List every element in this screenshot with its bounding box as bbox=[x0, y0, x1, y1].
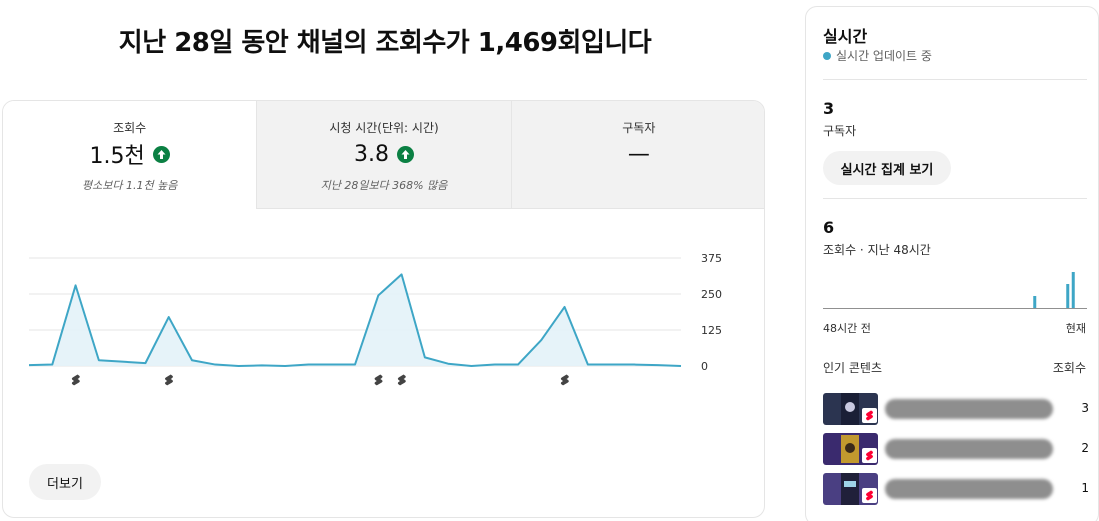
realtime-title: 실시간 bbox=[823, 27, 868, 46]
tab-views-label: 조회수 bbox=[113, 121, 147, 135]
more-button[interactable]: 더보기 bbox=[29, 464, 101, 500]
views-chart: 01252503752025. 5. 6.2025. 5. 11.2025. 5… bbox=[28, 252, 722, 386]
realtime-panel: 실시간 실시간 업데이트 중 3 구독자 실시간 집계 보기 6 조회수 · 지… bbox=[805, 6, 1099, 521]
top-content-views-header: 조회수 bbox=[1052, 361, 1086, 375]
page-headline: 지난 28일 동안 채널의 조회수가 1,469회입니다 bbox=[118, 28, 652, 58]
realtime-views-value: 6 bbox=[823, 218, 835, 237]
y-tick-label: 0 bbox=[701, 360, 708, 373]
shorts-marker-icon bbox=[374, 374, 383, 386]
tab-views-value: 1.5천 bbox=[89, 144, 145, 169]
tab-watch-time-note: 지난 28일보다 368% 많음 bbox=[320, 179, 448, 192]
tab-subscribers[interactable]: 구독자 — bbox=[511, 101, 764, 209]
shorts-icon bbox=[862, 488, 877, 503]
series-line bbox=[28, 273, 682, 367]
realtime-axis-start: 48시간 전 bbox=[823, 322, 871, 335]
shorts-marker-icon bbox=[397, 374, 406, 386]
realtime-subscribers-value: 3 bbox=[823, 99, 835, 118]
shorts-marker-icon bbox=[560, 374, 569, 386]
tab-views-value-row: 1.5천 bbox=[3, 139, 256, 169]
realtime-axis-end: 현재 bbox=[1065, 322, 1086, 335]
realtime-subscribers-label: 구독자 bbox=[823, 124, 857, 138]
tab-watch-time-value: 3.8 bbox=[353, 141, 389, 167]
top-content-views: 3 bbox=[1081, 401, 1089, 415]
shorts-marker-icon bbox=[164, 374, 173, 386]
video-thumbnail bbox=[823, 433, 878, 465]
tab-subscribers-value: — bbox=[627, 141, 650, 167]
video-thumbnail bbox=[823, 473, 878, 505]
tab-watch-time[interactable]: 시청 시간(단위: 시간) 3.8 지난 28일보다 368% 많음 bbox=[257, 101, 512, 209]
arrow-up-icon bbox=[152, 145, 170, 163]
divider bbox=[823, 198, 1087, 199]
realtime-bar bbox=[1066, 284, 1070, 308]
top-content-views: 2 bbox=[1081, 441, 1089, 455]
top-content-item[interactable]: 3 bbox=[823, 393, 1089, 425]
live-dot-icon bbox=[823, 51, 831, 60]
shorts-marker-icon bbox=[71, 374, 80, 386]
realtime-bar bbox=[1071, 272, 1075, 308]
top-content-item[interactable]: 1 bbox=[823, 473, 1089, 505]
divider bbox=[823, 79, 1087, 80]
realtime-live-label: 실시간 업데이트 중 bbox=[836, 49, 932, 63]
realtime-views-chart bbox=[823, 272, 1087, 309]
metric-tabs: 조회수 1.5천 평소보다 1.1천 높음 시청 시간(단위: 시간) 3.8 … bbox=[3, 101, 764, 209]
realtime-views-label: 조회수 · 지난 48시간 bbox=[823, 243, 931, 257]
shorts-icon bbox=[862, 408, 877, 423]
y-tick-label: 250 bbox=[701, 288, 722, 301]
tab-views[interactable]: 조회수 1.5천 평소보다 1.1천 높음 bbox=[3, 101, 258, 209]
top-content-item[interactable]: 2 bbox=[823, 433, 1089, 465]
top-content-views: 1 bbox=[1081, 481, 1089, 495]
redacted-title bbox=[885, 479, 1053, 499]
tab-subscribers-value-row: — bbox=[512, 139, 764, 169]
redacted-title bbox=[885, 439, 1053, 459]
tab-subscribers-label: 구독자 bbox=[622, 121, 656, 135]
video-thumbnail bbox=[823, 393, 878, 425]
tab-views-note: 평소보다 1.1천 높음 bbox=[82, 179, 178, 192]
y-tick-label: 125 bbox=[701, 324, 722, 337]
realtime-live-status: 실시간 업데이트 중 bbox=[823, 47, 932, 64]
analytics-card: 조회수 1.5천 평소보다 1.1천 높음 시청 시간(단위: 시간) 3.8 … bbox=[2, 100, 765, 518]
shorts-icon bbox=[862, 448, 877, 463]
realtime-count-button[interactable]: 실시간 집계 보기 bbox=[823, 151, 951, 185]
top-content-header: 인기 콘텐츠 bbox=[823, 361, 883, 375]
realtime-bar bbox=[1033, 296, 1037, 308]
redacted-title bbox=[885, 399, 1053, 419]
tab-watch-time-value-row: 3.8 bbox=[257, 139, 510, 169]
y-tick-label: 375 bbox=[701, 252, 722, 265]
arrow-up-icon bbox=[396, 145, 414, 163]
tab-watch-time-label: 시청 시간(단위: 시간) bbox=[329, 121, 439, 135]
